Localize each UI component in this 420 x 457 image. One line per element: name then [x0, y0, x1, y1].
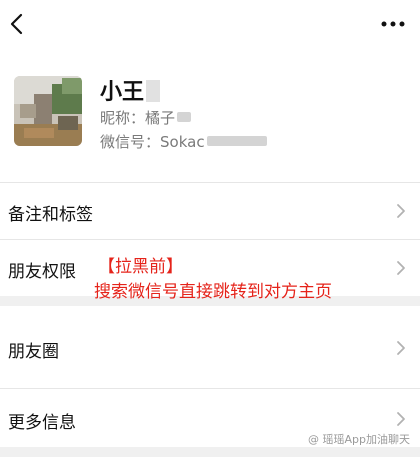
contact-name: 小王: [100, 74, 161, 106]
divider: [0, 388, 420, 389]
annotation-search-tip: 搜索微信号直接跳转到对方主页: [94, 282, 332, 302]
more-dots-icon: [381, 21, 405, 27]
chevron-right-icon: [397, 412, 405, 426]
remarks-tags-row[interactable]: 备注和标签: [0, 183, 420, 239]
blur-mask: [177, 112, 192, 122]
moments-row[interactable]: 朋友圈: [0, 320, 420, 376]
chevron-right-icon: [397, 341, 405, 355]
profile-header: 小王 昵称：橘子 微信号：Sokac: [0, 64, 420, 174]
chevron-left-icon: [10, 13, 23, 35]
section-gap: [0, 447, 420, 457]
row-label: 朋友权限: [8, 262, 76, 282]
row-label: 更多信息: [8, 413, 76, 433]
avatar[interactable]: [14, 76, 82, 146]
top-nav-bar: [0, 0, 420, 50]
blur-mask: [206, 136, 267, 146]
chevron-right-icon: [397, 261, 405, 275]
row-label: 朋友圈: [8, 342, 59, 362]
wechat-id-value: Sokac: [160, 133, 205, 151]
wechat-id-label: 微信号：: [100, 133, 161, 151]
row-label: 备注和标签: [8, 205, 93, 225]
annotation-before-block: 【拉黑前】: [98, 257, 183, 277]
contact-name-text: 小王: [100, 80, 145, 105]
more-options-button[interactable]: [380, 14, 406, 34]
nickname-line: 昵称：橘子: [100, 107, 192, 128]
chevron-right-icon: [397, 204, 405, 218]
blur-mask: [146, 80, 161, 102]
back-button[interactable]: [6, 12, 30, 36]
avatar-image: [14, 76, 82, 146]
wechat-id-line: 微信号：Sokac: [100, 131, 267, 152]
nickname-label: 昵称：: [100, 109, 146, 127]
watermark: @ 瑶瑶App加油聊天: [308, 433, 410, 446]
nickname-value: 橘子: [145, 109, 176, 127]
